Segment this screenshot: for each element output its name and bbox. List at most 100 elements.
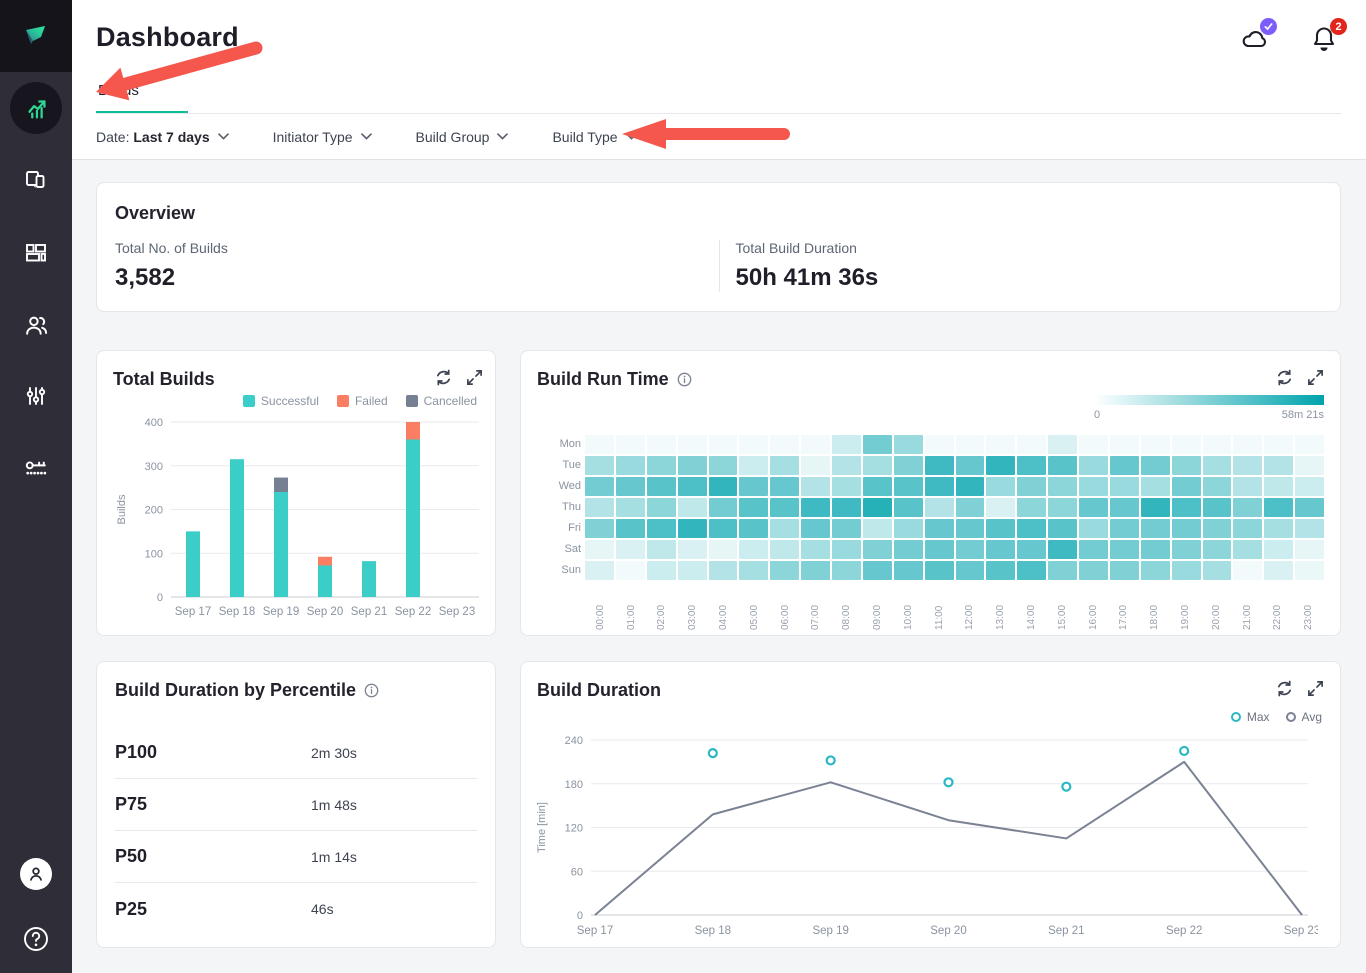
heatmap-cell[interactable] bbox=[1048, 561, 1077, 580]
expand-icon[interactable] bbox=[1307, 369, 1324, 386]
heatmap-cell[interactable] bbox=[1079, 456, 1108, 475]
heatmap-cell[interactable] bbox=[678, 456, 707, 475]
heatmap-cell[interactable] bbox=[709, 498, 738, 517]
heatmap-cell[interactable] bbox=[1233, 498, 1262, 517]
heatmap-cell[interactable] bbox=[925, 435, 954, 454]
heatmap-cell[interactable] bbox=[801, 561, 830, 580]
heatmap-cell[interactable] bbox=[1079, 519, 1108, 538]
heatmap-cell[interactable] bbox=[1233, 435, 1262, 454]
legend-successful[interactable]: Successful bbox=[243, 394, 319, 408]
heatmap-cell[interactable] bbox=[1295, 498, 1324, 517]
heatmap-cell[interactable] bbox=[739, 435, 768, 454]
heatmap-cell[interactable] bbox=[647, 498, 676, 517]
heatmap-cell[interactable] bbox=[647, 540, 676, 559]
heatmap-cell[interactable] bbox=[709, 540, 738, 559]
heatmap-cell[interactable] bbox=[832, 477, 861, 496]
heatmap-cell[interactable] bbox=[832, 456, 861, 475]
heatmap-cell[interactable] bbox=[1110, 456, 1139, 475]
tab-builds[interactable]: Builds bbox=[72, 82, 165, 109]
heatmap-cell[interactable] bbox=[925, 519, 954, 538]
heatmap-cell[interactable] bbox=[1172, 519, 1201, 538]
heatmap-cell[interactable] bbox=[986, 519, 1015, 538]
heatmap-cell[interactable] bbox=[739, 477, 768, 496]
heatmap-cell[interactable] bbox=[801, 540, 830, 559]
heatmap-cell[interactable] bbox=[801, 456, 830, 475]
filter-build-group[interactable]: Build Group bbox=[416, 129, 509, 145]
heatmap-cell[interactable] bbox=[647, 519, 676, 538]
heatmap-cell[interactable] bbox=[1295, 519, 1324, 538]
heatmap-cell[interactable] bbox=[956, 435, 985, 454]
heatmap-cell[interactable] bbox=[956, 519, 985, 538]
notifications-button[interactable]: 2 bbox=[1310, 24, 1340, 54]
heatmap-cell[interactable] bbox=[1079, 498, 1108, 517]
heatmap-cell[interactable] bbox=[585, 477, 614, 496]
build-duration-chart[interactable]: 060120180240Time [min]Sep 17Sep 18Sep 19… bbox=[529, 704, 1318, 939]
heatmap-cell[interactable] bbox=[1203, 435, 1232, 454]
sidebar-item-apps[interactable] bbox=[0, 145, 72, 217]
heatmap-cell[interactable] bbox=[1017, 498, 1046, 517]
heatmap-cell[interactable] bbox=[986, 498, 1015, 517]
heatmap-cell[interactable] bbox=[801, 435, 830, 454]
heatmap-cell[interactable] bbox=[1110, 477, 1139, 496]
heatmap-cell[interactable] bbox=[1172, 540, 1201, 559]
heatmap-cell[interactable] bbox=[647, 435, 676, 454]
heatmap-cell[interactable] bbox=[894, 435, 923, 454]
heatmap-cell[interactable] bbox=[739, 561, 768, 580]
heatmap-cell[interactable] bbox=[832, 519, 861, 538]
heatmap-cell[interactable] bbox=[1264, 540, 1293, 559]
heatmap-cell[interactable] bbox=[1110, 498, 1139, 517]
heatmap-cell[interactable] bbox=[1017, 540, 1046, 559]
heatmap-cell[interactable] bbox=[956, 561, 985, 580]
heatmap-cell[interactable] bbox=[986, 435, 1015, 454]
heatmap-cell[interactable] bbox=[986, 540, 1015, 559]
heatmap-cell[interactable] bbox=[956, 540, 985, 559]
heatmap-cell[interactable] bbox=[709, 519, 738, 538]
heatmap-cell[interactable] bbox=[1172, 456, 1201, 475]
heatmap-cell[interactable] bbox=[1110, 561, 1139, 580]
heatmap-cell[interactable] bbox=[1233, 561, 1262, 580]
heatmap-cell[interactable] bbox=[1264, 456, 1293, 475]
avatar[interactable] bbox=[20, 858, 52, 890]
heatmap-cell[interactable] bbox=[894, 456, 923, 475]
heatmap-cell[interactable] bbox=[1264, 561, 1293, 580]
heatmap-cell[interactable] bbox=[678, 477, 707, 496]
heatmap-cell[interactable] bbox=[770, 477, 799, 496]
heatmap-cell[interactable] bbox=[1264, 519, 1293, 538]
sidebar-item-people[interactable] bbox=[0, 289, 72, 361]
refresh-icon[interactable] bbox=[435, 369, 452, 386]
heatmap-cell[interactable] bbox=[1295, 540, 1324, 559]
heatmap-cell[interactable] bbox=[1110, 519, 1139, 538]
heatmap-cell[interactable] bbox=[739, 498, 768, 517]
heatmap-cell[interactable] bbox=[1079, 435, 1108, 454]
heatmap-cell[interactable] bbox=[1048, 456, 1077, 475]
heatmap-cell[interactable] bbox=[770, 435, 799, 454]
heatmap-cell[interactable] bbox=[863, 456, 892, 475]
app-logo[interactable] bbox=[0, 0, 72, 72]
heatmap-cell[interactable] bbox=[709, 456, 738, 475]
heatmap-cell[interactable] bbox=[956, 477, 985, 496]
heatmap-cell[interactable] bbox=[863, 435, 892, 454]
heatmap-cell[interactable] bbox=[678, 519, 707, 538]
heatmap-cell[interactable] bbox=[832, 561, 861, 580]
heatmap-cell[interactable] bbox=[925, 540, 954, 559]
build-status-button[interactable] bbox=[1240, 24, 1270, 54]
sidebar-item-insights[interactable] bbox=[0, 72, 72, 144]
sidebar-item-dashboards[interactable] bbox=[0, 217, 72, 289]
heatmap-cell[interactable] bbox=[1110, 435, 1139, 454]
heatmap-cell[interactable] bbox=[1017, 519, 1046, 538]
sidebar-item-settings[interactable] bbox=[0, 361, 72, 433]
heatmap-cell[interactable] bbox=[894, 477, 923, 496]
heatmap-cell[interactable] bbox=[863, 477, 892, 496]
heatmap-cell[interactable] bbox=[770, 540, 799, 559]
heatmap-cell[interactable] bbox=[1233, 477, 1262, 496]
heatmap-cell[interactable] bbox=[1203, 456, 1232, 475]
heatmap-cell[interactable] bbox=[739, 456, 768, 475]
refresh-icon[interactable] bbox=[1276, 680, 1293, 697]
heatmap-cell[interactable] bbox=[616, 498, 645, 517]
heatmap-cell[interactable] bbox=[1017, 477, 1046, 496]
heatmap-cell[interactable] bbox=[1264, 477, 1293, 496]
heatmap-cell[interactable] bbox=[894, 498, 923, 517]
heatmap-cell[interactable] bbox=[925, 477, 954, 496]
heatmap-cell[interactable] bbox=[1264, 435, 1293, 454]
heatmap-cell[interactable] bbox=[616, 540, 645, 559]
